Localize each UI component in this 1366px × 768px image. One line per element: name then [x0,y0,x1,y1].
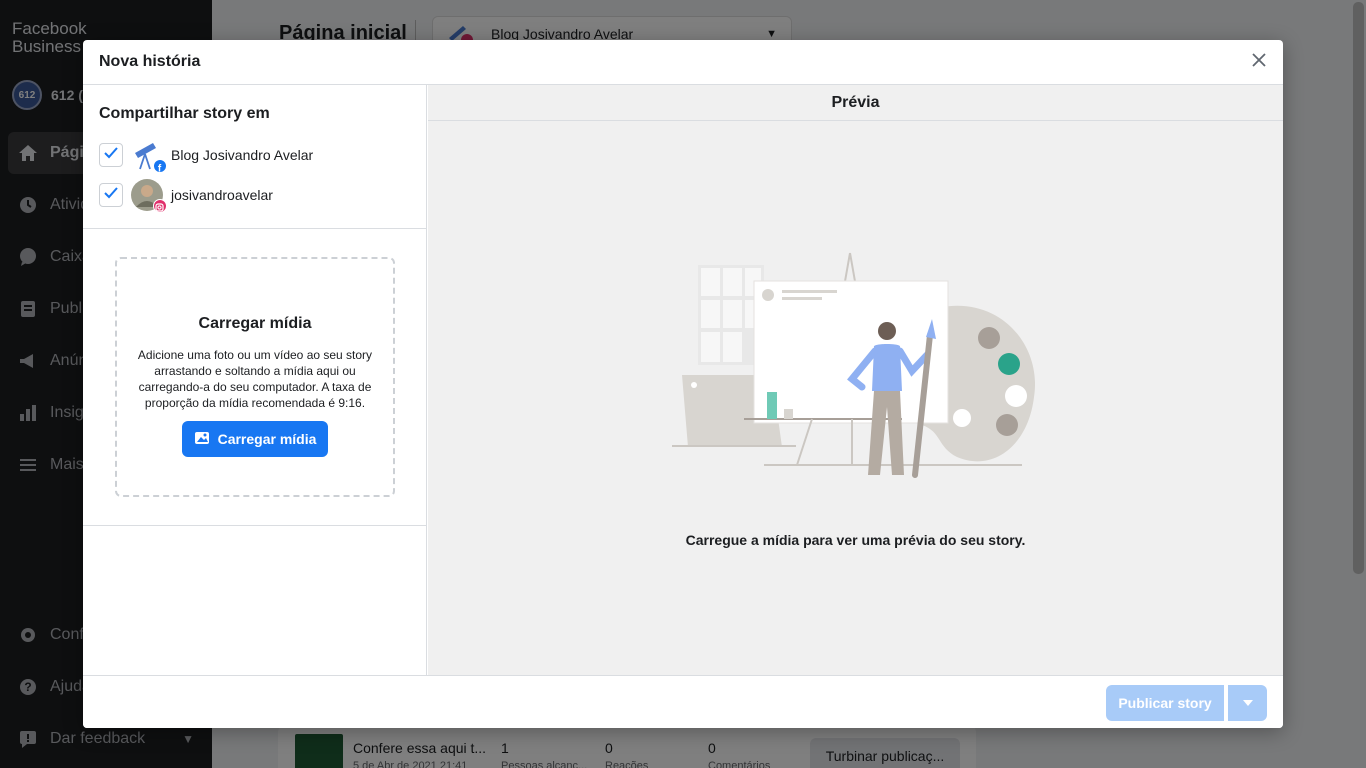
account-label: josivandroavelar [171,187,273,203]
upload-media-button[interactable]: Carregar mídia [182,421,328,457]
section-divider [83,228,426,229]
instagram-icon [153,199,167,213]
instagram-account-checkbox[interactable] [99,183,123,207]
share-account-row-facebook[interactable]: f Blog Josivandro Avelar [99,138,314,175]
page-avatar: f [131,139,167,175]
close-icon [1252,52,1266,72]
publish-options-dropdown[interactable] [1228,685,1267,721]
upload-description: Adicione uma foto ou um vídeo ao seu sto… [137,348,373,410]
facebook-icon: f [153,159,167,175]
photo-upload-icon [194,430,210,449]
empty-preview-illustration [672,247,1042,483]
svg-text:f: f [158,164,162,174]
share-account-row-instagram[interactable]: josivandroavelar [99,178,273,213]
share-options-pane: Compartilhar story em f Blog Josivandro … [83,85,427,675]
account-label: Blog Josivandro Avelar [171,147,314,163]
dialog-footer: Publicar story [83,675,1283,728]
close-button[interactable] [1247,50,1271,74]
dialog-header: Nova história [83,40,1283,85]
preview-header: Prévia [428,85,1283,121]
section-divider [83,525,426,526]
share-section-title: Compartilhar story em [99,105,270,122]
facebook-account-checkbox[interactable] [99,143,123,167]
publish-story-button[interactable]: Publicar story [1106,685,1224,721]
upload-title: Carregar mídia [198,315,312,332]
profile-avatar [131,179,167,213]
preview-pane: Prévia Carregue a mídia para ver uma pré… [428,85,1283,675]
media-drop-zone[interactable]: Carregar mídia Adicione uma foto ou um v… [115,257,395,497]
checkmark-icon [104,186,118,204]
checkmark-icon [104,146,118,164]
upload-media-button-label: Carregar mídia [217,431,317,447]
preview-empty-message: Carregue a mídia para ver uma prévia do … [685,532,1026,548]
chevron-down-icon [1242,694,1254,712]
new-story-dialog: Nova história Compartilhar story em f Bl… [83,40,1283,728]
dialog-title: Nova história [99,53,201,70]
